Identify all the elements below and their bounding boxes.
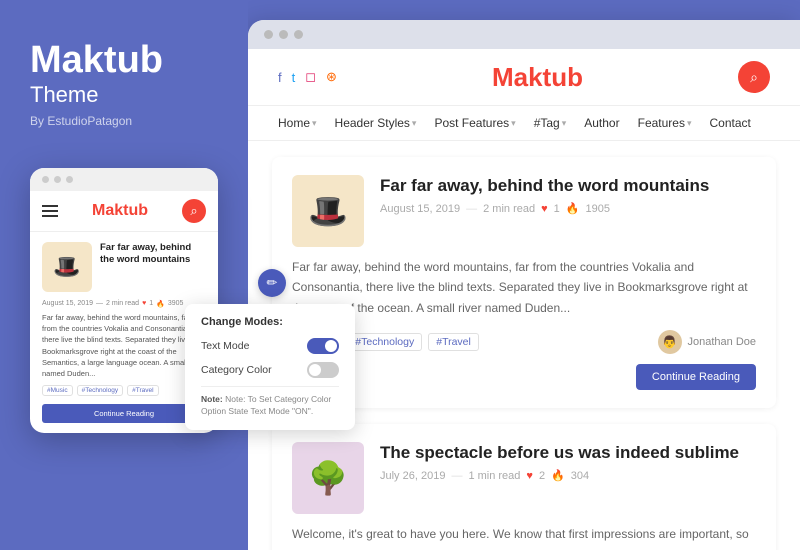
nav-header-styles[interactable]: Header Styles ▾ [335, 116, 417, 130]
popup-textmode-label: Text Mode [201, 340, 249, 352]
post-2-thumbnail: 🌳 [292, 442, 364, 514]
mobile-post-info: Far far away, behind the word mountains [100, 242, 206, 292]
post-1-header: 🎩 Far far away, behind the word mountain… [292, 175, 756, 247]
post-1-meta: August 15, 2019 — 2 min read ♥ 1 🔥 1905 [380, 202, 756, 215]
rss-icon[interactable]: ⊛ [326, 69, 337, 85]
nav-author[interactable]: Author [584, 116, 619, 130]
author-avatar: 👨 [658, 330, 682, 354]
post-2-info: The spectacle before us was indeed subli… [380, 442, 756, 514]
mobile-post-thumbnail: 🎩 [42, 242, 92, 292]
categorycolor-toggle[interactable] [307, 362, 339, 378]
nav-post-features[interactable]: Post Features ▾ [434, 116, 515, 130]
popup-categorycolor-label: Category Color [201, 364, 272, 376]
post-1-title: Far far away, behind the word mountains [380, 175, 756, 197]
blog-post-2: 🌳 The spectacle before us was indeed sub… [272, 424, 776, 550]
blog-search-button[interactable]: ⌕ [738, 61, 770, 93]
tag-travel[interactable]: #Travel [428, 333, 479, 351]
post-1-author: 👨 Jonathan Doe [658, 330, 757, 354]
blog-header: f t ◻ ⊛ Maktub ⌕ [248, 49, 800, 106]
browser-dot-3 [294, 30, 303, 39]
browser-dot-2 [279, 30, 288, 39]
post-1-info: Far far away, behind the word mountains … [380, 175, 756, 247]
mobile-browser-dots [30, 168, 218, 191]
popup-title: Change Modes: [201, 316, 339, 328]
textmode-toggle[interactable] [307, 338, 339, 354]
mobile-header: Maktub [30, 191, 218, 232]
post-1-footer: #Music #Technology #Travel 👨 Jonathan Do… [292, 330, 756, 354]
facebook-icon[interactable]: f [278, 70, 282, 85]
tag-technology[interactable]: #Technology [347, 333, 422, 351]
mobile-post-meta: August 15, 2019 — 2 min read ♥ 1 🔥 3905 [42, 300, 206, 308]
left-panel: Maktub Theme By EstudioPatagon Maktub 🎩 … [0, 0, 248, 550]
change-modes-popup: Change Modes: Text Mode Category Color N… [185, 304, 355, 431]
twitter-icon[interactable]: t [292, 70, 296, 85]
brand-by: By EstudioPatagon [30, 114, 218, 128]
mobile-post-body: Far far away, behind the word mountains,… [42, 312, 206, 380]
browser-inner: f t ◻ ⊛ Maktub ⌕ Home ▾ Header Styles ▾ … [248, 49, 800, 550]
post-1-thumbnail: 🎩 [292, 175, 364, 247]
nav-home[interactable]: Home ▾ [278, 116, 317, 130]
post-2-meta: July 26, 2019 — 1 min read ♥ 2 🔥 304 [380, 469, 756, 482]
right-panel: f t ◻ ⊛ Maktub ⌕ Home ▾ Header Styles ▾ … [248, 20, 800, 550]
post-2-header: 🌳 The spectacle before us was indeed sub… [292, 442, 756, 514]
brand-name: Maktub [30, 40, 218, 82]
dot-1 [42, 176, 49, 183]
brand-subtitle: Theme [30, 82, 218, 108]
post-2-title: The spectacle before us was indeed subli… [380, 442, 756, 464]
mobile-logo: Maktub [92, 202, 148, 220]
mobile-post-tags: #Music #Technology #Travel [42, 385, 206, 396]
mobile-logo-accent: M [92, 202, 105, 219]
toggle-knob-2 [309, 364, 321, 376]
browser-bar [248, 20, 800, 49]
mobile-post-card: 🎩 Far far away, behind the word mountain… [42, 242, 206, 292]
browser-dot-1 [264, 30, 273, 39]
mobile-continue-button[interactable]: Continue Reading [42, 404, 206, 423]
nav-tag[interactable]: #Tag ▾ [534, 116, 567, 130]
social-links: f t ◻ ⊛ [278, 69, 337, 85]
popup-categorycolor-row: Category Color [201, 362, 339, 378]
mobile-post-title: Far far away, behind the word mountains [100, 242, 206, 267]
pencil-icon[interactable]: ✏ [258, 269, 286, 297]
post-1-body: Far far away, behind the word mountains,… [292, 257, 756, 318]
logo-accent: M [492, 62, 514, 92]
popup-note: Note: Note: To Set Category Color Option… [201, 386, 339, 419]
blog-logo: Maktub [492, 62, 583, 93]
mobile-search-button[interactable] [182, 199, 206, 223]
nav-features[interactable]: Features ▾ [638, 116, 692, 130]
toggle-knob [325, 340, 337, 352]
dot-2 [54, 176, 61, 183]
hamburger-icon[interactable] [42, 205, 58, 217]
brand-title: Maktub Theme By EstudioPatagon [30, 40, 218, 158]
nav-contact[interactable]: Contact [710, 116, 751, 130]
popup-textmode-row: Text Mode [201, 338, 339, 354]
post-1-continue-button[interactable]: Continue Reading [636, 364, 756, 390]
instagram-icon[interactable]: ◻ [305, 69, 316, 85]
post-2-body: Welcome, it's great to have you here. We… [292, 524, 756, 550]
blog-nav: Home ▾ Header Styles ▾ Post Features ▾ #… [248, 106, 800, 141]
dot-3 [66, 176, 73, 183]
